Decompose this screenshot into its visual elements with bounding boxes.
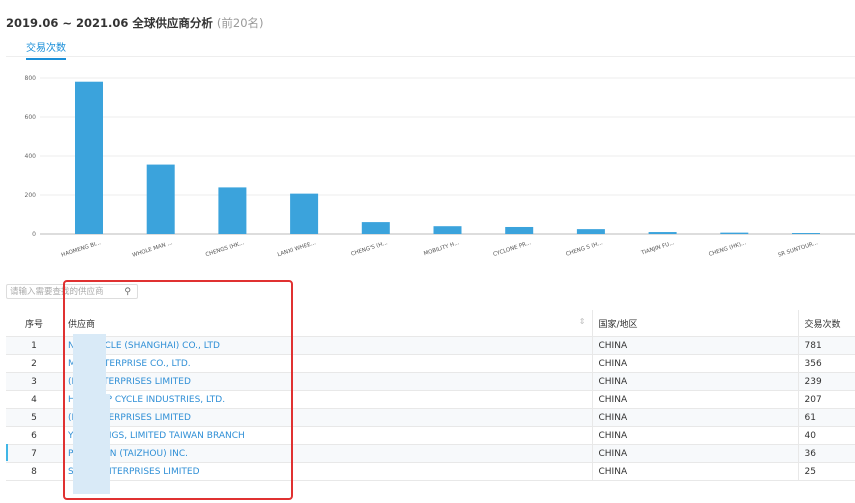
bar[interactable] <box>146 164 175 234</box>
count-cell: 239 <box>797 372 855 391</box>
x-tick-label: WHOLE MAN ... <box>132 240 174 259</box>
count-cell: 781 <box>797 336 855 355</box>
sort-icon[interactable]: ⇕ <box>579 317 586 326</box>
bar[interactable] <box>433 226 462 234</box>
x-tick-label: HAOMENG BI... <box>61 240 102 258</box>
x-tick-label: SR SUNTOUR... <box>778 240 819 259</box>
count-cell: 40 <box>797 426 855 445</box>
bar[interactable] <box>505 226 534 234</box>
x-tick-label: CHENGS (HK... <box>205 240 245 258</box>
count-cell: 25 <box>797 462 855 481</box>
tab-divider <box>6 56 855 57</box>
row-index: 6 <box>6 426 62 445</box>
row-index: 4 <box>6 390 62 409</box>
country-cell: CHINA <box>591 336 798 355</box>
highlight-box <box>63 280 293 500</box>
header-index: 序号 <box>6 310 62 337</box>
bar[interactable] <box>361 222 390 234</box>
count-cell: 356 <box>797 354 855 373</box>
header-count: 交易次数 <box>797 310 855 337</box>
row-index: 5 <box>6 408 62 427</box>
row-index: 7 <box>6 444 62 463</box>
x-tick-label: CHENG S (H... <box>565 240 603 258</box>
y-tick-label: 200 <box>25 192 37 199</box>
row-index: 8 <box>6 462 62 481</box>
x-tick-label: MOBILITY H... <box>423 240 460 257</box>
country-cell: CHINA <box>591 444 798 463</box>
x-tick-label: TIANJIN FU... <box>640 240 676 257</box>
bar[interactable] <box>290 193 319 234</box>
bars <box>75 81 820 234</box>
x-tick-label: LANXI WHEE... <box>277 240 317 258</box>
bar[interactable] <box>792 233 820 234</box>
bar[interactable] <box>720 232 749 234</box>
y-tick-label: 0 <box>32 231 36 238</box>
bar[interactable] <box>648 232 677 234</box>
page-title: 2019.06 ~ 2021.06 全球供应商分析 (前20名) <box>6 15 264 31</box>
title-subtitle: (前20名) <box>216 16 264 30</box>
bar[interactable] <box>75 81 103 234</box>
x-axis-labels: HAOMENG BI... WHOLE MAN ... CHENGS (HK... L… <box>61 240 819 259</box>
country-cell: CHINA <box>591 390 798 409</box>
row-hover-marker <box>6 444 8 461</box>
x-tick-label: CHENG (HK)... <box>708 240 747 258</box>
bar-chart: 0 200 400 600 800 HAOMENG BI... WHOLE MAN ...… <box>25 75 855 259</box>
row-index: 1 <box>6 336 62 355</box>
header-country: 国家/地区 <box>591 310 798 337</box>
y-tick-label: 400 <box>25 153 37 160</box>
country-cell: CHINA <box>591 408 798 427</box>
count-cell: 36 <box>797 444 855 463</box>
x-tick-label: CHENG'S (H... <box>350 240 388 258</box>
row-index: 2 <box>6 354 62 373</box>
count-cell: 61 <box>797 408 855 427</box>
country-cell: CHINA <box>591 354 798 373</box>
row-index: 3 <box>6 372 62 391</box>
country-cell: CHINA <box>591 426 798 445</box>
count-cell: 207 <box>797 390 855 409</box>
country-cell: CHINA <box>591 462 798 481</box>
y-tick-label: 800 <box>25 75 37 82</box>
x-tick-label: CYCLONE PR... <box>493 240 533 258</box>
y-tick-label: 600 <box>25 114 37 121</box>
bar[interactable] <box>576 229 605 234</box>
bar[interactable] <box>218 187 247 234</box>
y-axis-ticks: 0 200 400 600 800 <box>25 75 37 238</box>
country-cell: CHINA <box>591 372 798 391</box>
title-text: 2019.06 ~ 2021.06 全球供应商分析 <box>6 16 213 30</box>
